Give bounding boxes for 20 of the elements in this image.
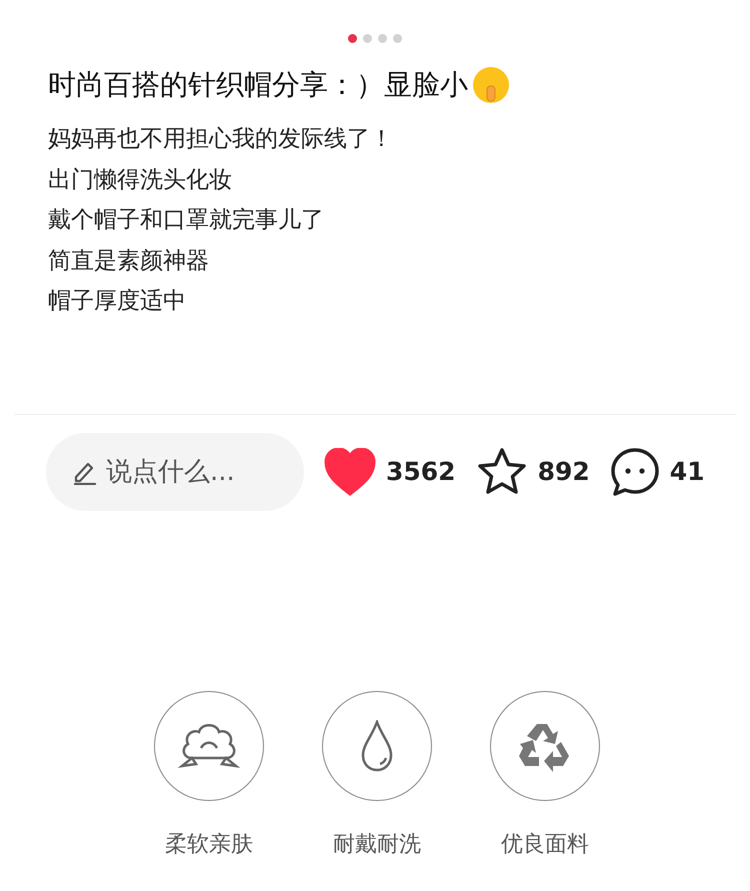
post-text: 妈妈再也不用担心我的发际线了！: [48, 125, 394, 154]
comment-icon: [610, 446, 660, 496]
page-dot[interactable]: [348, 34, 357, 43]
post-text: 戴个帽子和口罩就完事儿了: [48, 206, 325, 235]
like-button[interactable]: 3562: [324, 448, 456, 496]
page-dot[interactable]: [393, 34, 402, 43]
post-text: 出门懒得洗头化妆: [48, 166, 233, 194]
feature-label: 优良面料: [501, 830, 589, 858]
page-dot[interactable]: [363, 34, 372, 43]
post-text: 简直是素颜神器: [48, 246, 210, 276]
feature-label: 柔软亲肤: [165, 830, 253, 858]
water-drop-icon: [360, 720, 394, 772]
post-text: 帽子厚度适中: [48, 287, 187, 316]
star-button[interactable]: 892: [476, 446, 590, 496]
comment-field[interactable]: 说点什么...: [46, 432, 304, 510]
page-dot[interactable]: [378, 34, 387, 43]
feature-label: 耐戴耐洗: [333, 830, 421, 858]
emoji-icon: [472, 66, 510, 104]
post-title: 时尚百搭的针织帽分享：）显脸小: [48, 67, 468, 103]
comment-button[interactable]: 41: [610, 446, 705, 496]
